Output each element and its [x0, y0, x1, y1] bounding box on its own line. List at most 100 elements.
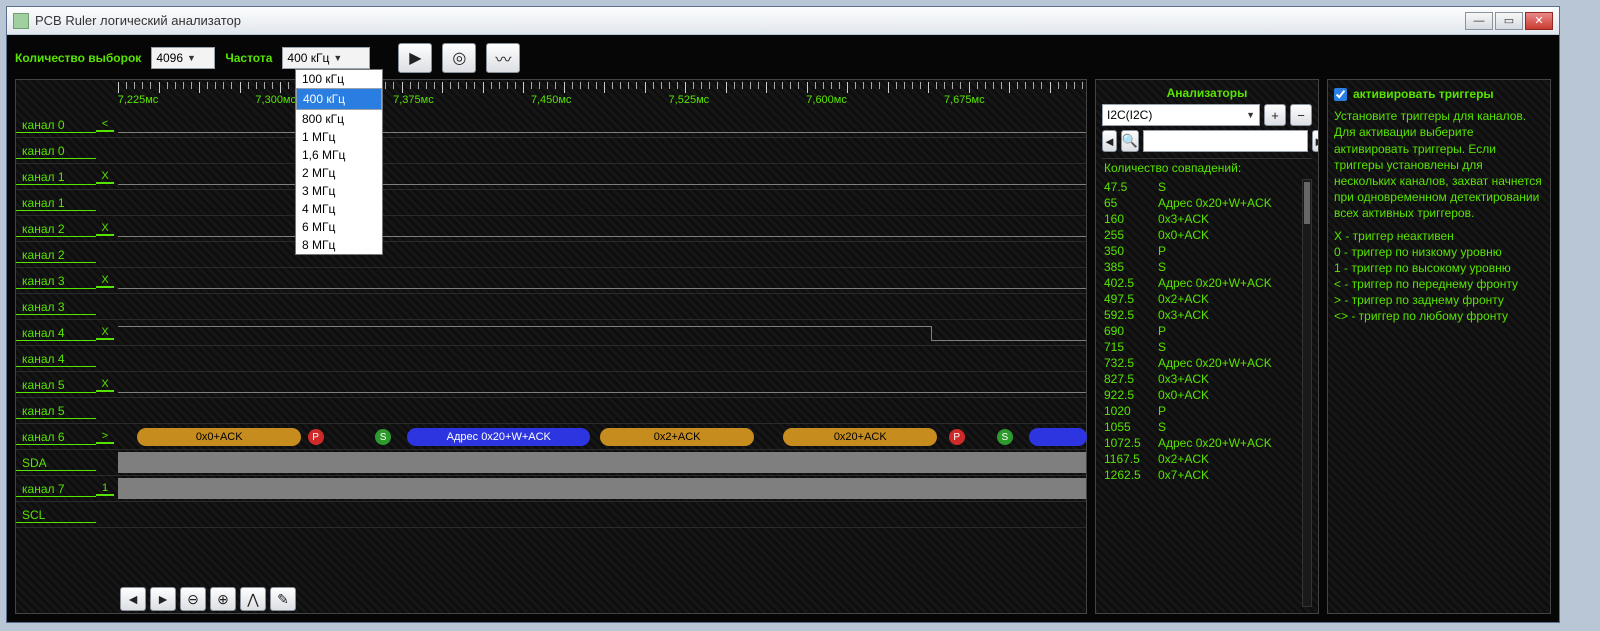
freq-select[interactable]: 400 кГц ▼: [282, 47, 370, 69]
table-row[interactable]: 385S: [1102, 259, 1312, 275]
table-row[interactable]: 497.50x2+ACK: [1102, 291, 1312, 307]
table-cell: 0x0+ACK: [1156, 387, 1312, 403]
freq-option[interactable]: 2 МГц: [296, 164, 382, 182]
channel-wave[interactable]: [118, 216, 1086, 241]
run-button[interactable]: ▶: [398, 43, 432, 73]
table-row[interactable]: 922.50x0+ACK: [1102, 387, 1312, 403]
channel-wave[interactable]: [118, 268, 1086, 293]
freq-label: Частота: [225, 51, 272, 65]
decode-token[interactable]: Адрес 0x20+W+ACK: [407, 428, 590, 446]
channel-trigger-toggle[interactable]: <: [96, 118, 114, 132]
top-toolbar: Количество выборок 4096 ▼ Частота 400 кГ…: [15, 41, 1551, 75]
samples-select[interactable]: 4096 ▼: [151, 47, 215, 69]
table-row[interactable]: 65Адрес 0x20+W+ACK: [1102, 195, 1312, 211]
freq-option[interactable]: 1,6 МГц: [296, 146, 382, 164]
time-label: 7,300мс: [255, 94, 296, 106]
decode-marker[interactable]: P: [949, 429, 965, 445]
channel-wave[interactable]: [118, 320, 1086, 345]
freq-option[interactable]: 800 кГц: [296, 110, 382, 128]
table-row[interactable]: 592.50x3+ACK: [1102, 307, 1312, 323]
table-row[interactable]: 1020P: [1102, 403, 1312, 419]
channel-name: канал 6: [16, 429, 96, 445]
zoom-in-button[interactable]: ⊕: [210, 587, 236, 611]
channel-trigger-toggle[interactable]: >: [96, 430, 114, 444]
add-analyzer-button[interactable]: +: [1264, 104, 1286, 126]
capture-button[interactable]: ◎: [442, 43, 476, 73]
channel-wave[interactable]: [118, 450, 1086, 475]
nav-left-button[interactable]: ◄: [120, 587, 146, 611]
activate-triggers-input[interactable]: [1334, 88, 1347, 101]
nav-right-button[interactable]: ►: [150, 587, 176, 611]
table-row[interactable]: 715S: [1102, 339, 1312, 355]
channel-wave[interactable]: [118, 398, 1086, 423]
close-button[interactable]: ✕: [1525, 12, 1553, 30]
channel-wave[interactable]: [118, 502, 1086, 527]
freq-option[interactable]: 4 МГц: [296, 200, 382, 218]
table-row[interactable]: 1262.50x7+ACK: [1102, 467, 1312, 483]
table-row[interactable]: 1072.5Адрес 0x20+W+ACK: [1102, 435, 1312, 451]
table-cell: 0x3+ACK: [1156, 307, 1312, 323]
channel-wave[interactable]: [118, 190, 1086, 215]
channel-wave[interactable]: [118, 346, 1086, 371]
matches-scrollbar[interactable]: [1302, 179, 1312, 607]
matches-table[interactable]: 47.5S65Адрес 0x20+W+ACK1600x3+ACK2550x0+…: [1102, 179, 1312, 483]
table-row[interactable]: 827.50x3+ACK: [1102, 371, 1312, 387]
prev-match-button[interactable]: ◄: [1102, 130, 1117, 152]
table-row[interactable]: 1600x3+ACK: [1102, 211, 1312, 227]
channel-wave[interactable]: [118, 372, 1086, 397]
zoom-out-button[interactable]: ⊖: [180, 587, 206, 611]
channel-wave[interactable]: [118, 294, 1086, 319]
channel-sublabel: канал 1: [16, 195, 96, 211]
channel-trigger-toggle[interactable]: X: [96, 326, 114, 340]
channel-wave[interactable]: [118, 112, 1086, 137]
decode-token[interactable]: 0x0+ACK: [137, 428, 301, 446]
channel-wave[interactable]: [118, 164, 1086, 189]
time-label: 7,450мс: [531, 94, 572, 106]
activate-triggers-checkbox[interactable]: активировать триггеры: [1334, 86, 1544, 102]
freq-option[interactable]: 1 МГц: [296, 128, 382, 146]
decode-marker[interactable]: P: [308, 429, 324, 445]
channel-trigger-toggle[interactable]: 1: [96, 482, 114, 496]
freq-option[interactable]: 400 кГц: [296, 88, 382, 110]
measure-button[interactable]: ⋀: [240, 587, 266, 611]
minimize-button[interactable]: —: [1465, 12, 1493, 30]
decode-token[interactable]: [1029, 428, 1087, 446]
table-row[interactable]: 732.5Адрес 0x20+W+ACK: [1102, 355, 1312, 371]
table-row[interactable]: 2550x0+ACK: [1102, 227, 1312, 243]
table-cell: S: [1156, 179, 1312, 195]
table-cell: 1072.5: [1102, 435, 1156, 451]
decode-token[interactable]: 0x20+ACK: [783, 428, 937, 446]
edit-button[interactable]: ✎: [270, 587, 296, 611]
channel-wave[interactable]: [118, 242, 1086, 267]
table-row[interactable]: 350P: [1102, 243, 1312, 259]
channel-wave[interactable]: [118, 138, 1086, 163]
table-row[interactable]: 1167.50x2+ACK: [1102, 451, 1312, 467]
freq-option[interactable]: 3 МГц: [296, 182, 382, 200]
channel-trigger-toggle[interactable]: X: [96, 222, 114, 236]
maximize-button[interactable]: ▭: [1495, 12, 1523, 30]
decode-marker[interactable]: S: [375, 429, 391, 445]
remove-analyzer-button[interactable]: −: [1290, 104, 1312, 126]
channel-row: канал 71: [16, 476, 1086, 502]
channel-trigger-toggle[interactable]: X: [96, 170, 114, 184]
protocol-select[interactable]: I2C(I2C) ▼: [1102, 104, 1260, 126]
freq-option[interactable]: 8 МГц: [296, 236, 382, 254]
search-matches-button[interactable]: 🔍: [1121, 130, 1139, 152]
table-cell: 922.5: [1102, 387, 1156, 403]
channel-trigger-toggle[interactable]: X: [96, 274, 114, 288]
search-input[interactable]: [1143, 130, 1308, 152]
table-row[interactable]: 47.5S: [1102, 179, 1312, 195]
channel-wave[interactable]: [118, 476, 1086, 501]
freq-dropdown-list[interactable]: 100 кГц400 кГц800 кГц1 МГц1,6 МГц2 МГц3 …: [295, 69, 383, 255]
table-row[interactable]: 402.5Адрес 0x20+W+ACK: [1102, 275, 1312, 291]
freq-option[interactable]: 6 МГц: [296, 218, 382, 236]
analyze-button[interactable]: 〰: [486, 43, 520, 73]
decode-token[interactable]: 0x2+ACK: [600, 428, 754, 446]
table-row[interactable]: 1055S: [1102, 419, 1312, 435]
next-match-button[interactable]: ►: [1312, 130, 1319, 152]
channel-trigger-toggle[interactable]: X: [96, 378, 114, 392]
freq-option[interactable]: 100 кГц: [296, 70, 382, 88]
scrollbar-thumb[interactable]: [1304, 182, 1310, 224]
table-row[interactable]: 690P: [1102, 323, 1312, 339]
decode-marker[interactable]: S: [997, 429, 1013, 445]
